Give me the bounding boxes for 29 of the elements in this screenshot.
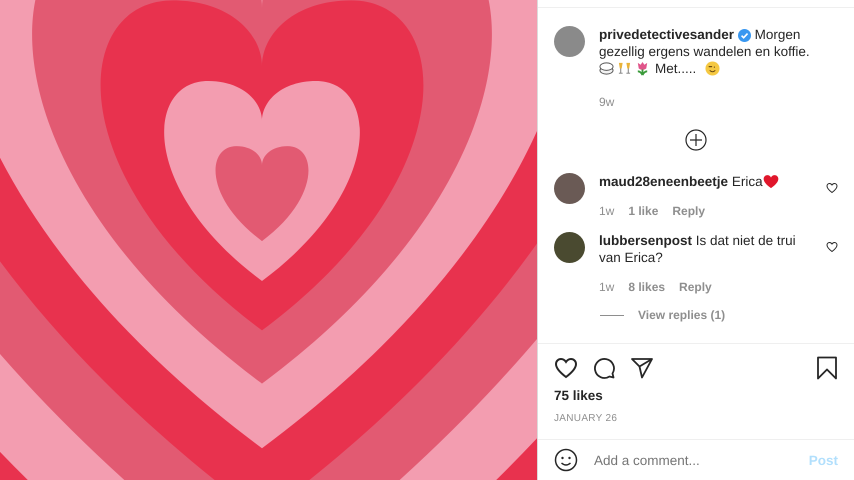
view-replies-link[interactable]: View replies (1) (638, 308, 726, 322)
comment-time: 1w (599, 204, 614, 218)
likes-count[interactable]: 75 likes (554, 388, 838, 403)
caption-text: Met..... (655, 60, 696, 77)
emoji-button[interactable] (554, 448, 578, 472)
heart-icon (554, 356, 578, 380)
post-time: 9w (599, 95, 614, 109)
save-button[interactable] (816, 356, 838, 380)
reply-link[interactable]: Reply (672, 204, 706, 218)
comment-button[interactable] (592, 356, 616, 380)
like-button[interactable] (554, 356, 578, 380)
avatar[interactable] (554, 173, 585, 204)
avatar[interactable] (554, 232, 585, 263)
comment-likes[interactable]: 8 likes (628, 280, 666, 294)
heart-icon (826, 182, 838, 194)
cake-icon (599, 61, 614, 76)
winking-face-icon (705, 61, 720, 76)
post-date: JANUARY 26 (554, 413, 618, 424)
tulip-icon (635, 61, 650, 76)
comment-text: lubbersenpost Is dat niet de trui van Erica? (599, 232, 797, 266)
share-button[interactable] (630, 356, 654, 380)
comment-text: maud28eneenbeetje Erica (599, 173, 812, 190)
heart-icon (826, 241, 838, 253)
comment-likes[interactable]: 1 like (628, 204, 658, 218)
load-more-comments-button[interactable] (685, 129, 707, 151)
reply-link[interactable]: Reply (679, 280, 712, 294)
post-caption: privedetectivesander Morgen gezellig ergens wandelen en koffie. (599, 26, 811, 60)
comment-time: 1w (599, 280, 614, 294)
glasses-icon (617, 61, 632, 76)
